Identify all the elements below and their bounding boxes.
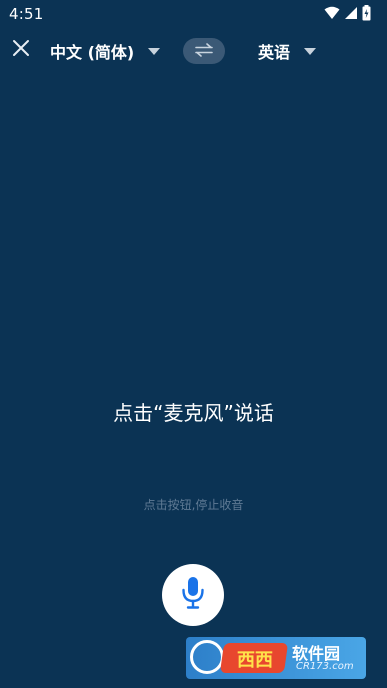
watermark-domain: CR173.com bbox=[296, 661, 354, 672]
target-language-selector[interactable]: 英语 bbox=[258, 38, 317, 64]
chevron-down-icon bbox=[304, 47, 317, 55]
close-button[interactable] bbox=[8, 37, 34, 63]
source-language-label: 中文 (简体) bbox=[50, 43, 135, 62]
status-icons bbox=[324, 5, 371, 21]
microphone-button[interactable] bbox=[162, 564, 224, 626]
speak-prompt: 点击“麦克风”说话 bbox=[113, 401, 274, 425]
chevron-down-icon bbox=[148, 47, 161, 55]
status-bar: 4:51 bbox=[0, 0, 387, 28]
microphone-icon bbox=[180, 576, 206, 614]
target-language-label: 英语 bbox=[258, 43, 291, 62]
source-language-selector[interactable]: 中文 (简体) bbox=[50, 38, 161, 64]
watermark-logo: 西西 软件园 CR173.com bbox=[186, 637, 366, 679]
stop-hint: 点击按钮,停止收音 bbox=[143, 498, 244, 512]
battery-charging-icon bbox=[362, 5, 371, 21]
watermark-tag-text: 西西 bbox=[237, 650, 273, 671]
watermark-ring bbox=[190, 640, 224, 674]
close-icon bbox=[12, 39, 30, 61]
status-time: 4:51 bbox=[9, 5, 44, 23]
signal-icon bbox=[344, 6, 358, 20]
swap-arrows-icon bbox=[194, 42, 214, 61]
swap-languages-button[interactable] bbox=[183, 38, 225, 64]
language-toolbar: 中文 (简体) 英语 bbox=[0, 34, 387, 68]
wifi-icon bbox=[324, 6, 340, 20]
